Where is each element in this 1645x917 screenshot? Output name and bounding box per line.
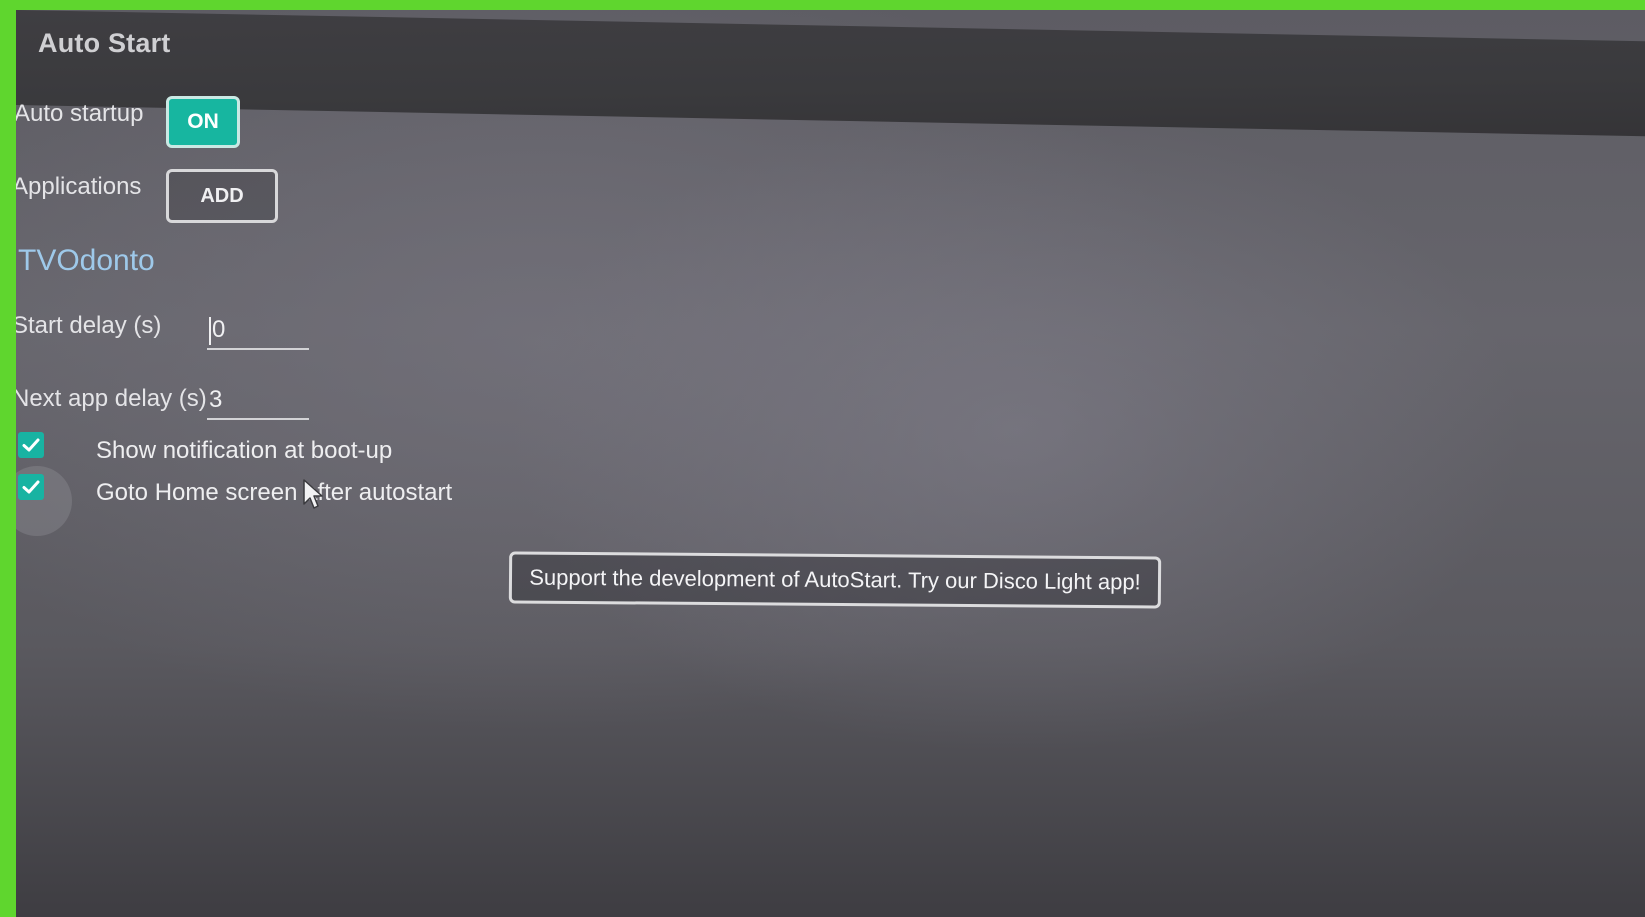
show-notification-checkbox[interactable]	[18, 432, 44, 458]
add-application-button[interactable]: ADD	[166, 169, 278, 223]
applications-label: Applications	[16, 173, 142, 200]
auto-startup-toggle[interactable]: ON	[166, 96, 240, 148]
goto-home-checkbox[interactable]	[18, 474, 44, 500]
show-notification-label: Show notification at boot-up	[96, 437, 393, 464]
mouse-pointer-icon	[303, 479, 323, 509]
support-development-button[interactable]: Support the development of AutoStart. Tr…	[508, 551, 1162, 609]
start-delay-label: Start delay (s)	[16, 312, 162, 339]
application-list-item[interactable]: TVOdonto	[18, 244, 155, 278]
start-delay-input[interactable]: 0	[207, 310, 309, 350]
check-icon	[22, 438, 40, 452]
text-caret	[209, 316, 211, 345]
auto-startup-label: Auto startup	[16, 100, 144, 127]
next-app-delay-value: 3	[209, 386, 223, 413]
title-bar	[16, 10, 1645, 137]
goto-home-label: Goto Home screen after autostart	[96, 479, 453, 506]
next-app-delay-label: Next app delay (s)	[16, 385, 207, 412]
next-app-delay-input[interactable]: 3	[207, 380, 309, 420]
check-icon	[22, 480, 40, 494]
auto-start-window: Auto Start Auto startup ON Applications …	[16, 10, 1645, 917]
start-delay-value: 0	[212, 316, 226, 343]
window-title: Auto Start	[38, 28, 171, 58]
